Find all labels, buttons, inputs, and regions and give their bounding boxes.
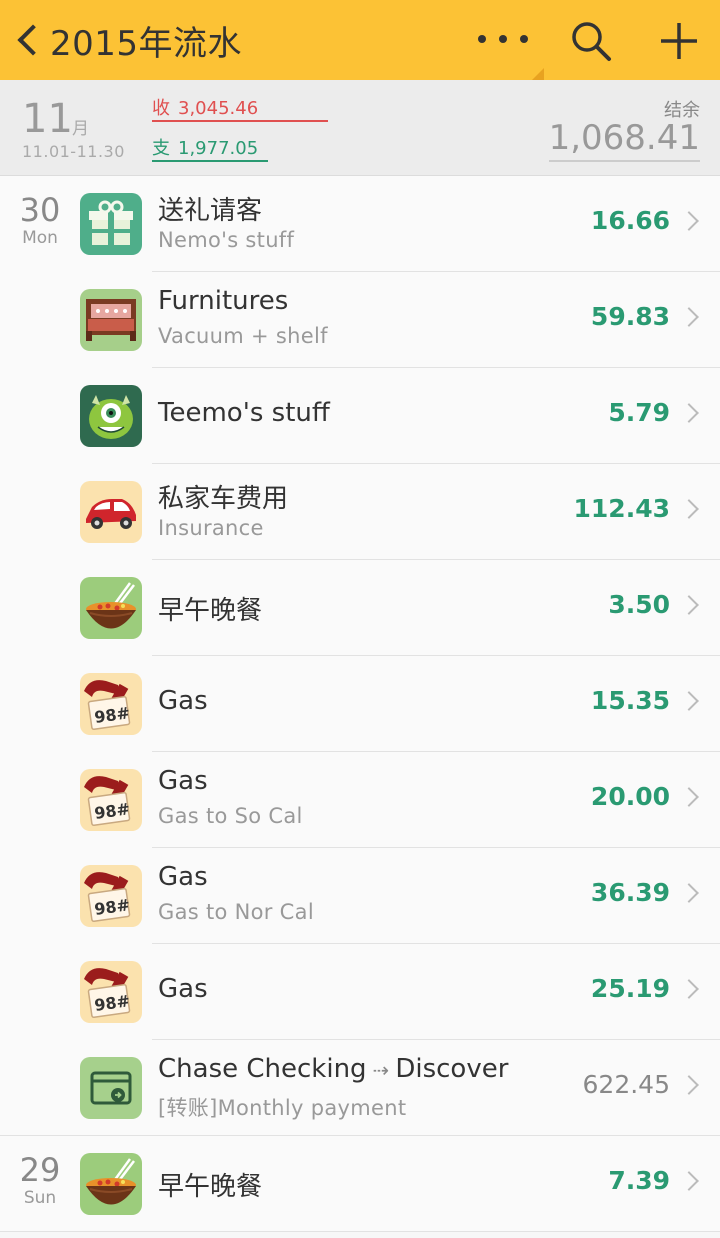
transaction-note: Vacuum + shelf [158,324,328,348]
transaction-name: Gas [158,974,208,1004]
weekday: Sun [23,1188,57,1208]
chevron-left-icon [17,24,49,56]
chevron-right-icon [679,1171,699,1191]
month-summary[interactable]: 11 月 11.01-11.30 收 3,045.46 支 1,977.05 结余 … [0,80,720,176]
expense-label: 支 [152,138,170,159]
transaction-note: Nemo's stuff [158,228,295,252]
more-button[interactable] [478,24,528,54]
transaction-row[interactable]: 98# Gas 25.19 [0,944,720,1040]
expense-total: 支 1,977.05 [152,134,268,162]
day-number: 29 [19,1151,61,1189]
bed-icon [80,289,142,351]
transfer-arrow-icon: ⇢ [372,1058,390,1082]
transaction-name: 早午晚餐 [158,596,263,626]
day-label: 30 Mon [0,192,80,248]
transaction-name: Furnitures [158,286,289,316]
transaction-note: Gas to Nor Cal [158,900,314,924]
transaction-row[interactable]: 98# Gas Gas to Nor Cal 36.39 [0,848,720,944]
transaction-amount: 15.35 [590,686,670,715]
transaction-name: Gas [158,766,208,796]
transaction-row[interactable]: Teemo's stuff 5.79 [0,368,720,464]
gas-pump-icon: 98# [80,961,142,1023]
add-button[interactable] [656,18,702,64]
transfer-icon [80,1057,142,1119]
date-range: 11.01-11.30 [22,142,125,161]
transaction-row[interactable]: 98# Gas Gas to So Cal 20.00 [0,752,720,848]
transaction-amount: 3.50 [608,590,670,619]
transaction-note: Gas to So Cal [158,804,303,828]
top-bar: 2015年流水 [0,0,720,80]
transaction-amount: 16.66 [590,206,670,235]
transaction-list: 30 Mon 送礼请客 Nemo's stuff 16.66 Furniture… [0,176,720,1232]
car-icon [80,481,142,543]
search-button[interactable] [568,18,614,64]
transaction-amount: 622.45 [582,1070,670,1099]
transaction-note: Insurance [158,516,264,540]
income-value: 3,045.46 [178,98,259,119]
transaction-name: 私家车费用 [158,484,289,514]
transaction-amount: 112.43 [573,494,670,523]
transaction-amount: 7.39 [608,1166,670,1195]
transaction-amount: 25.19 [590,974,670,1003]
chevron-right-icon [679,403,699,423]
noodle-bowl-icon [80,1153,142,1215]
transaction-row[interactable]: Furnitures Vacuum + shelf 59.83 [0,272,720,368]
chevron-right-icon [679,211,699,231]
transaction-name: Gas [158,686,208,716]
transaction-name: Teemo's stuff [158,398,330,428]
chevron-right-icon [679,979,699,999]
from-account: Chase Checking [158,1054,367,1084]
transaction-name: Gas [158,862,208,892]
transaction-row[interactable]: 30 Mon 送礼请客 Nemo's stuff 16.66 [0,176,720,272]
plus-icon [661,23,697,59]
to-account: Discover [395,1054,509,1084]
gas-pump-icon: 98# [80,673,142,735]
chevron-right-icon [679,1075,699,1095]
transaction-row[interactable]: Chase Checking ⇢ Discover [转账]Monthly paym… [0,1040,720,1136]
transaction-row[interactable]: 早午晚餐 3.50 [0,560,720,656]
transaction-name: 早午晚餐 [158,1172,263,1202]
day-label: 29 Sun [0,1152,80,1208]
page-title: 2015年流水 [50,23,243,64]
chevron-right-icon [679,883,699,903]
chevron-right-icon [679,307,699,327]
day-number: 30 [19,191,61,229]
chevron-right-icon [679,787,699,807]
monster-icon [80,385,142,447]
chevron-right-icon [679,499,699,519]
gas-pump-icon: 98# [80,769,142,831]
month-number: 11 [22,96,73,142]
more-dot-icon [478,35,486,43]
expense-value: 1,977.05 [178,138,259,159]
chevron-right-icon [679,595,699,615]
dropdown-notch [532,68,544,80]
transaction-amount: 36.39 [590,878,670,907]
transaction-amount: 59.83 [590,302,670,331]
gift-icon [80,193,142,255]
more-dot-icon [499,35,507,43]
noodle-bowl-icon [80,577,142,639]
search-icon [572,22,611,61]
weekday: Mon [22,228,58,248]
chevron-right-icon [679,691,699,711]
transfer-accounts: Chase Checking ⇢ Discover [158,1054,508,1084]
back-button[interactable]: 2015年流水 [14,16,242,64]
income-total: 收 3,045.46 [152,94,328,122]
transaction-row[interactable]: 私家车费用 Insurance 112.43 [0,464,720,560]
transaction-amount: 5.79 [608,398,670,427]
transaction-name: 送礼请客 [158,196,263,226]
transaction-note: [转账]Monthly payment [158,1096,407,1120]
transaction-row[interactable]: 29 Sun 早午晚餐 7.39 [0,1136,720,1232]
income-label: 收 [152,98,170,119]
transaction-row[interactable]: 98# Gas 15.35 [0,656,720,752]
month-unit: 月 [72,119,89,139]
more-dot-icon [520,35,528,43]
balance-value: 1,068.41 [548,118,700,162]
gas-pump-icon: 98# [80,865,142,927]
transaction-amount: 20.00 [590,782,670,811]
